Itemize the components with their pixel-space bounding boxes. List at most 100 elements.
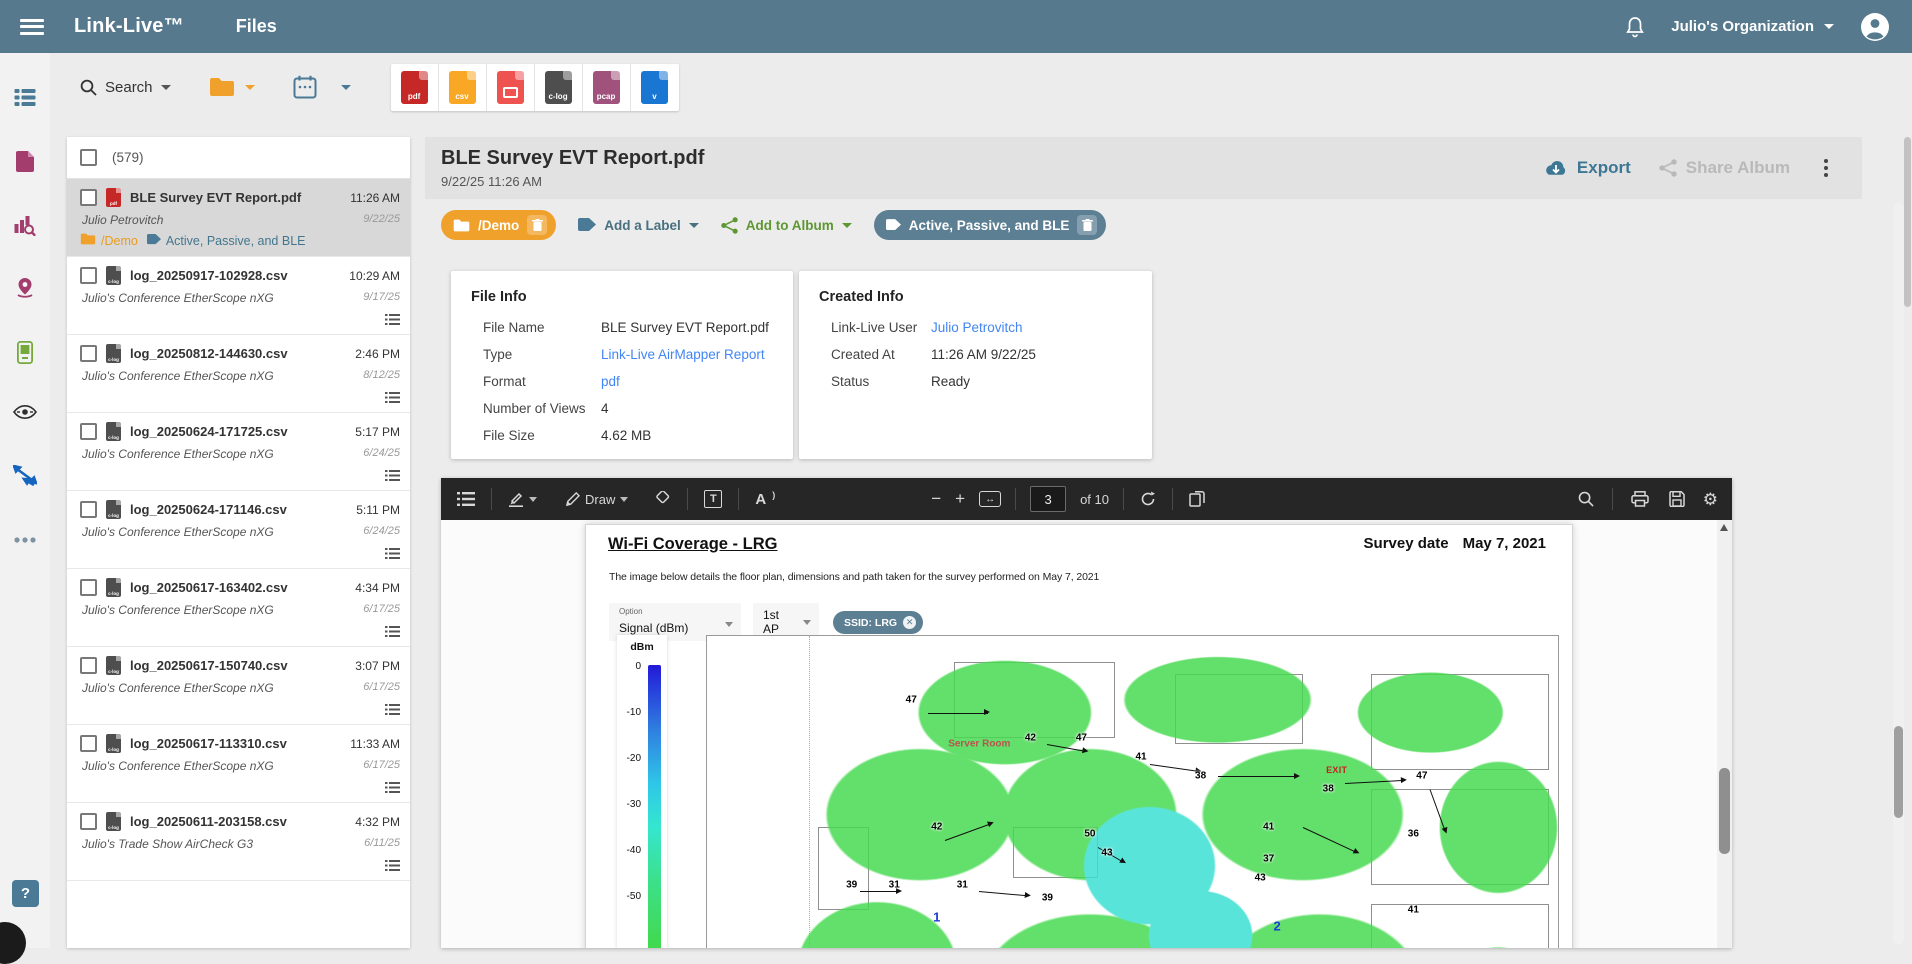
close-icon[interactable]: ✕ (903, 616, 916, 629)
map-icon[interactable] (15, 278, 35, 305)
row-checkbox[interactable] (80, 345, 97, 362)
read-aloud-tool[interactable]: A) (753, 488, 777, 511)
highlighter-tool[interactable] (506, 488, 539, 510)
file-row[interactable]: c-log log_20250617-163402.csv 4:34 PM Ju… (67, 569, 410, 647)
row-checkbox[interactable] (80, 657, 97, 674)
pdf-scrollbar-thumb[interactable] (1719, 768, 1730, 854)
info-value[interactable]: pdf (601, 373, 620, 390)
folder-pill[interactable]: /Demo (441, 210, 556, 240)
file-owner: Julio Petrovitch (82, 213, 163, 227)
nav-files[interactable]: Files (236, 16, 277, 37)
row-actions-icon[interactable] (385, 860, 400, 871)
draw-tool[interactable]: Draw (563, 489, 630, 510)
tools-icon[interactable] (13, 465, 37, 492)
export-button[interactable]: Export (1544, 158, 1631, 178)
filetype-img-button[interactable] (487, 64, 535, 111)
analysis-icon[interactable] (15, 215, 36, 241)
scroll-up-icon[interactable] (1720, 524, 1728, 531)
c-log-file-icon: c-log (106, 734, 121, 753)
sidebar-toggle-icon[interactable] (455, 489, 477, 509)
row-checkbox[interactable] (80, 423, 97, 440)
menu-icon[interactable] (20, 19, 44, 35)
folder-icon (453, 219, 470, 232)
row-checkbox[interactable] (80, 579, 97, 596)
units-icon[interactable] (17, 341, 33, 369)
select-all-checkbox[interactable] (80, 149, 97, 166)
more-actions-icon[interactable] (1818, 157, 1834, 179)
file-row[interactable]: c-log log_20250617-113310.csv 11:33 AM J… (67, 725, 410, 803)
file-time: 3:07 PM (355, 659, 400, 673)
filetype-pdf-button[interactable]: pdf (391, 64, 439, 111)
survey-point: 38 (1195, 771, 1206, 782)
remove-label-icon[interactable] (1077, 215, 1097, 235)
filetype-v-button[interactable]: v (631, 64, 679, 111)
label-chip[interactable]: Active, Passive, and BLE (874, 210, 1107, 240)
row-actions-icon[interactable] (385, 470, 400, 481)
folder-icon (209, 77, 235, 97)
share-album-button[interactable]: Share Album (1659, 158, 1790, 178)
add-label-button[interactable]: Add a Label (578, 218, 699, 233)
file-list-scrollbar[interactable] (1904, 137, 1911, 307)
pdf-canvas-area: Wi-Fi Coverage - LRG Survey date May 7, … (441, 520, 1732, 948)
zoom-out-button[interactable]: − (931, 489, 941, 509)
dashboard-icon[interactable] (15, 89, 36, 111)
info-value[interactable]: Link-Live AirMapper Report (601, 346, 765, 363)
row-checkbox[interactable] (80, 735, 97, 752)
info-value[interactable]: Julio Petrovitch (931, 319, 1023, 336)
file-row[interactable]: c-log log_20250624-171146.csv 5:11 PM Ju… (67, 491, 410, 569)
remove-folder-icon[interactable] (527, 215, 547, 235)
file-row[interactable]: c-log log_20250617-150740.csv 3:07 PM Ju… (67, 647, 410, 725)
help-button[interactable]: ? (12, 880, 39, 907)
results-files-icon[interactable] (16, 151, 34, 177)
row-actions-icon[interactable] (385, 392, 400, 403)
row-actions-icon[interactable] (385, 626, 400, 637)
file-name: log_20250617-150740.csv (130, 658, 346, 673)
eraser-tool[interactable] (652, 488, 673, 510)
file-row[interactable]: c-log log_20250624-171725.csv 5:17 PM Ju… (67, 413, 410, 491)
row-checkbox[interactable] (80, 501, 97, 518)
fit-width-button[interactable]: ↔ (979, 491, 1001, 507)
floor-plan-heatmap: Server Room EXITEXITEXITEXIT 47424741383… (706, 635, 1559, 948)
save-icon[interactable] (1667, 488, 1687, 510)
filetype-c-log-button[interactable]: c-log (535, 64, 583, 111)
date-filter[interactable] (293, 75, 351, 99)
row-checkbox[interactable] (80, 813, 97, 830)
rotate-icon[interactable] (1138, 488, 1158, 510)
csv-file-icon: csv (449, 71, 476, 104)
bell-icon[interactable] (1625, 16, 1645, 38)
row-checkbox[interactable] (80, 267, 97, 284)
tag-icon (147, 232, 161, 250)
main-scrollbar-thumb[interactable] (1894, 726, 1903, 818)
main-scrollbar[interactable] (1893, 203, 1904, 944)
row-actions-icon[interactable] (385, 548, 400, 559)
ssid-filter-chip[interactable]: SSID: LRG ✕ (833, 611, 923, 634)
pdf-scrollbar[interactable] (1717, 520, 1732, 948)
row-actions-icon[interactable] (385, 314, 400, 325)
search-control[interactable]: Search (80, 79, 171, 96)
file-row[interactable]: c-log log_20250812-144630.csv 2:46 PM Ju… (67, 335, 410, 413)
org-selector[interactable]: Julio's Organization (1671, 18, 1834, 35)
file-name: log_20250611-203158.csv (130, 814, 346, 829)
file-row[interactable]: pdf BLE Survey EVT Report.pdf 11:26 AM J… (67, 179, 410, 257)
more-icon[interactable] (14, 530, 36, 548)
filetype-pcap-button[interactable]: pcap (583, 64, 631, 111)
observer-icon[interactable] (13, 405, 37, 424)
file-row[interactable]: c-log log_20250611-203158.csv 4:32 PM Ju… (67, 803, 410, 881)
filetype-csv-button[interactable]: csv (439, 64, 487, 111)
file-name: log_20250617-163402.csv (130, 580, 346, 595)
zoom-in-button[interactable]: + (955, 489, 965, 509)
file-row[interactable]: c-log log_20250917-102928.csv 10:29 AM J… (67, 257, 410, 335)
row-actions-icon[interactable] (385, 704, 400, 715)
row-checkbox[interactable] (80, 189, 97, 206)
account-icon[interactable] (1860, 12, 1890, 42)
page-number-input[interactable] (1030, 486, 1066, 512)
settings-gear-icon[interactable]: ⚙ (1703, 491, 1718, 508)
search-document-icon[interactable] (1576, 488, 1596, 510)
print-icon[interactable] (1629, 488, 1651, 510)
row-actions-icon[interactable] (385, 782, 400, 793)
page-layout-icon[interactable] (1187, 488, 1208, 510)
file-date: 6/24/25 (363, 525, 400, 539)
text-box-tool[interactable]: T (702, 487, 724, 511)
add-to-album-button[interactable]: Add to Album (721, 217, 852, 234)
folder-filter[interactable] (209, 77, 255, 97)
